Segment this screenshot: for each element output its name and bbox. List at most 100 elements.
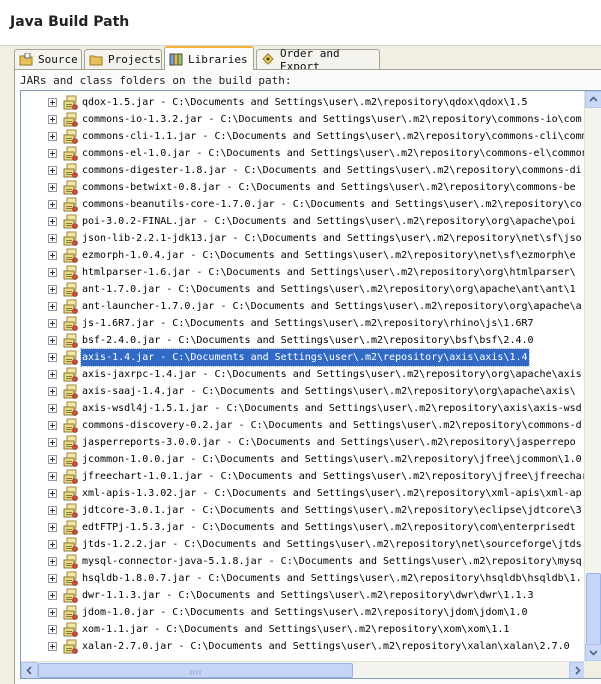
plus-expander-icon[interactable] — [48, 319, 57, 328]
jar-row[interactable]: commons-digester-1.8.jar - C:\Documents … — [21, 162, 586, 179]
jar-row-label: jcommon-1.0.0.jar - C:\Documents and Set… — [82, 454, 582, 465]
jar-file-icon — [63, 537, 78, 552]
jar-row[interactable]: commons-beanutils-core-1.7.0.jar - C:\Do… — [21, 196, 586, 213]
plus-expander-icon[interactable] — [48, 387, 57, 396]
jar-tree[interactable]: qdox-1.5.jar - C:\Documents and Settings… — [20, 90, 601, 679]
jar-row[interactable]: jtds-1.2.2.jar - C:\Documents and Settin… — [21, 536, 586, 553]
jar-file-icon — [63, 248, 78, 263]
libraries-panel: JARs and class folders on the build path… — [14, 69, 601, 684]
scroll-left-button[interactable] — [21, 662, 38, 678]
jar-row[interactable]: jcommon-1.0.0.jar - C:\Documents and Set… — [21, 451, 586, 468]
jar-row[interactable]: ant-1.7.0.jar - C:\Documents and Setting… — [21, 281, 586, 298]
jar-row[interactable]: commons-cli-1.1.jar - C:\Documents and S… — [21, 128, 588, 145]
plus-expander-icon[interactable] — [48, 183, 57, 192]
plus-expander-icon[interactable] — [48, 166, 57, 175]
jar-row[interactable]: xom-1.1.jar - C:\Documents and Settings\… — [21, 621, 586, 638]
plus-expander-icon[interactable] — [48, 489, 57, 498]
jar-row[interactable]: jfreechart-1.0.1.jar - C:\Documents and … — [21, 468, 588, 485]
scroll-down-button[interactable] — [585, 644, 601, 661]
jar-row[interactable]: htmlparser-1.6.jar - C:\Documents and Se… — [21, 264, 586, 281]
plus-expander-icon[interactable] — [48, 438, 57, 447]
plus-expander-icon[interactable] — [48, 285, 57, 294]
tab-libraries[interactable]: Libraries — [164, 46, 254, 70]
jar-row-label: commons-discovery-0.2.jar - C:\Documents… — [82, 420, 582, 431]
jar-row[interactable]: axis-wsdl4j-1.5.1.jar - C:\Documents and… — [21, 400, 586, 417]
plus-expander-icon[interactable] — [48, 574, 57, 583]
jar-row[interactable]: ezmorph-1.0.4.jar - C:\Documents and Set… — [21, 247, 586, 264]
jar-row-label: jasperreports-3.0.0.jar - C:\Documents a… — [82, 437, 576, 448]
plus-expander-icon[interactable] — [48, 523, 57, 532]
jar-row[interactable]: mysql-connector-java-5.1.8.jar - C:\Docu… — [21, 553, 586, 570]
jar-row-label: xml-apis-1.3.02.jar - C:\Documents and S… — [82, 488, 582, 499]
plus-expander-icon[interactable] — [48, 217, 57, 226]
jar-file-icon — [63, 265, 78, 280]
jar-row[interactable]: qdox-1.5.jar - C:\Documents and Settings… — [21, 94, 586, 111]
jar-row[interactable]: dwr-1.1.3.jar - C:\Documents and Setting… — [21, 587, 586, 604]
plus-expander-icon[interactable] — [48, 625, 57, 634]
tab-projects[interactable]: Projects — [84, 49, 162, 69]
libraries-icon — [169, 53, 183, 66]
jar-row[interactable]: axis-1.4.jar - C:\Documents and Settings… — [21, 348, 586, 367]
jar-row[interactable]: jdom-1.0.jar - C:\Documents and Settings… — [21, 604, 586, 621]
jar-row[interactable]: commons-discovery-0.2.jar - C:\Documents… — [21, 417, 586, 434]
plus-expander-icon[interactable] — [48, 591, 57, 600]
jar-row[interactable]: json-lib-2.2.1-jdk13.jar - C:\Documents … — [21, 230, 586, 247]
plus-expander-icon[interactable] — [48, 557, 57, 566]
jar-file-icon — [63, 486, 78, 501]
plus-expander-icon[interactable] — [48, 472, 57, 481]
jar-row[interactable]: ant-launcher-1.7.0.jar - C:\Documents an… — [21, 298, 586, 315]
jar-row[interactable]: commons-io-1.3.2.jar - C:\Documents and … — [21, 111, 586, 128]
plus-expander-icon[interactable] — [48, 540, 57, 549]
jar-row[interactable]: edtFTPj-1.5.3.jar - C:\Documents and Set… — [21, 519, 586, 536]
jar-row[interactable]: xalan-2.7.0.jar - C:\Documents and Setti… — [21, 638, 586, 655]
jar-file-icon — [63, 231, 78, 246]
jar-row[interactable]: jdtcore-3.0.1.jar - C:\Documents and Set… — [21, 502, 586, 519]
jar-row[interactable]: axis-jaxrpc-1.4.jar - C:\Documents and S… — [21, 366, 586, 383]
jar-row-label: json-lib-2.2.1-jdk13.jar - C:\Documents … — [82, 233, 582, 244]
plus-expander-icon[interactable] — [48, 98, 57, 107]
jar-file-icon — [63, 95, 78, 110]
jar-row[interactable]: poi-3.0.2-FINAL.jar - C:\Documents and S… — [21, 213, 586, 230]
plus-expander-icon[interactable] — [48, 353, 57, 362]
plus-expander-icon[interactable] — [48, 608, 57, 617]
jar-row[interactable]: commons-betwixt-0.8.jar - C:\Documents a… — [21, 179, 586, 196]
plus-expander-icon[interactable] — [48, 455, 57, 464]
plus-expander-icon[interactable] — [48, 234, 57, 243]
plus-expander-icon[interactable] — [48, 268, 57, 277]
plus-expander-icon[interactable] — [48, 302, 57, 311]
vertical-scrollbar[interactable] — [584, 91, 601, 661]
plus-expander-icon[interactable] — [48, 251, 57, 260]
plus-expander-icon[interactable] — [48, 370, 57, 379]
plus-expander-icon[interactable] — [48, 115, 57, 124]
plus-expander-icon[interactable] — [48, 642, 57, 651]
vertical-scroll-thumb[interactable] — [586, 573, 601, 645]
jar-file-icon — [63, 350, 78, 365]
plus-expander-icon[interactable] — [48, 506, 57, 515]
jar-row[interactable]: xml-apis-1.3.02.jar - C:\Documents and S… — [21, 485, 586, 502]
plus-expander-icon[interactable] — [48, 149, 57, 158]
horizontal-scroll-thumb[interactable] — [38, 663, 353, 678]
horizontal-scrollbar[interactable] — [21, 661, 586, 678]
plus-expander-icon[interactable] — [48, 421, 57, 430]
jar-row[interactable]: jasperreports-3.0.0.jar - C:\Documents a… — [21, 434, 586, 451]
jar-list: qdox-1.5.jar - C:\Documents and Settings… — [21, 94, 588, 655]
jar-row[interactable]: hsqldb-1.8.0.7.jar - C:\Documents and Se… — [21, 570, 586, 587]
jar-file-icon — [63, 180, 78, 195]
jar-row-label: bsf-2.4.0.jar - C:\Documents and Setting… — [82, 335, 534, 346]
plus-expander-icon[interactable] — [48, 404, 57, 413]
scroll-up-button[interactable] — [585, 91, 601, 108]
jar-row-label: commons-io-1.3.2.jar - C:\Documents and … — [82, 114, 582, 125]
plus-expander-icon[interactable] — [48, 132, 57, 141]
plus-expander-icon[interactable] — [48, 336, 57, 345]
plus-expander-icon[interactable] — [48, 200, 57, 209]
jar-file-icon — [63, 129, 78, 144]
jar-row[interactable]: axis-saaj-1.4.jar - C:\Documents and Set… — [21, 383, 586, 400]
jar-row[interactable]: js-1.6R7.jar - C:\Documents and Settings… — [21, 315, 586, 332]
jar-file-icon — [63, 503, 78, 518]
tab-source[interactable]: Source — [14, 49, 82, 69]
jar-row[interactable]: commons-el-1.0.jar - C:\Documents and Se… — [21, 145, 588, 162]
jar-file-icon — [63, 197, 78, 212]
jar-file-icon — [63, 418, 78, 433]
tab-order-and-export[interactable]: Order and Export — [256, 47, 380, 73]
jar-row[interactable]: bsf-2.4.0.jar - C:\Documents and Setting… — [21, 332, 586, 349]
